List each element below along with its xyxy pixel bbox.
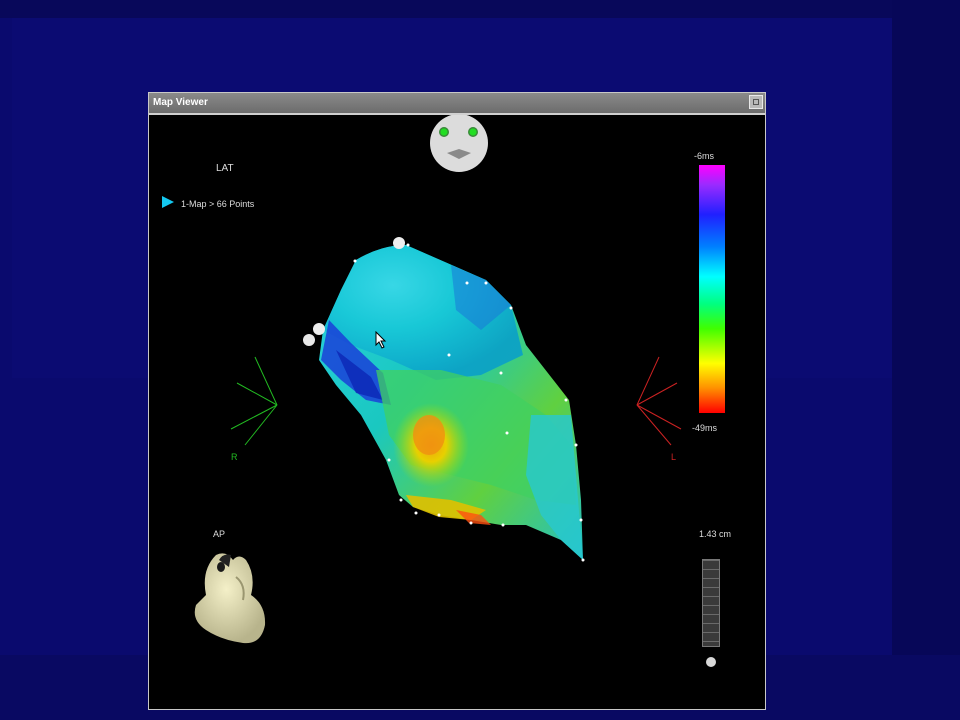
map-viewer-window[interactable]: Map Viewer LAT 1-Map > 66 Points -6ms -4… bbox=[148, 92, 766, 710]
zoom-scale-slider[interactable] bbox=[702, 559, 720, 647]
cursor-icon bbox=[375, 331, 387, 349]
orientation-right-label: R bbox=[231, 452, 238, 462]
zoom-knob[interactable] bbox=[706, 657, 716, 667]
title-bar[interactable]: Map Viewer bbox=[149, 93, 765, 115]
orientation-right-icon bbox=[230, 356, 278, 446]
heart-icon bbox=[194, 553, 266, 644]
anatomical-map[interactable] bbox=[151, 115, 763, 707]
scale-label: 1.43 cm bbox=[699, 529, 732, 539]
view-label: AP bbox=[213, 529, 226, 539]
desktop-band-top bbox=[0, 0, 960, 18]
window-title: Map Viewer bbox=[153, 97, 208, 108]
orientation-left-icon bbox=[636, 356, 682, 446]
desktop-band-right bbox=[892, 0, 960, 720]
map-viewport[interactable]: LAT 1-Map > 66 Points -6ms -49ms R L AP … bbox=[151, 115, 763, 707]
maximize-button[interactable] bbox=[749, 95, 763, 109]
orientation-left-label: L bbox=[671, 452, 677, 462]
